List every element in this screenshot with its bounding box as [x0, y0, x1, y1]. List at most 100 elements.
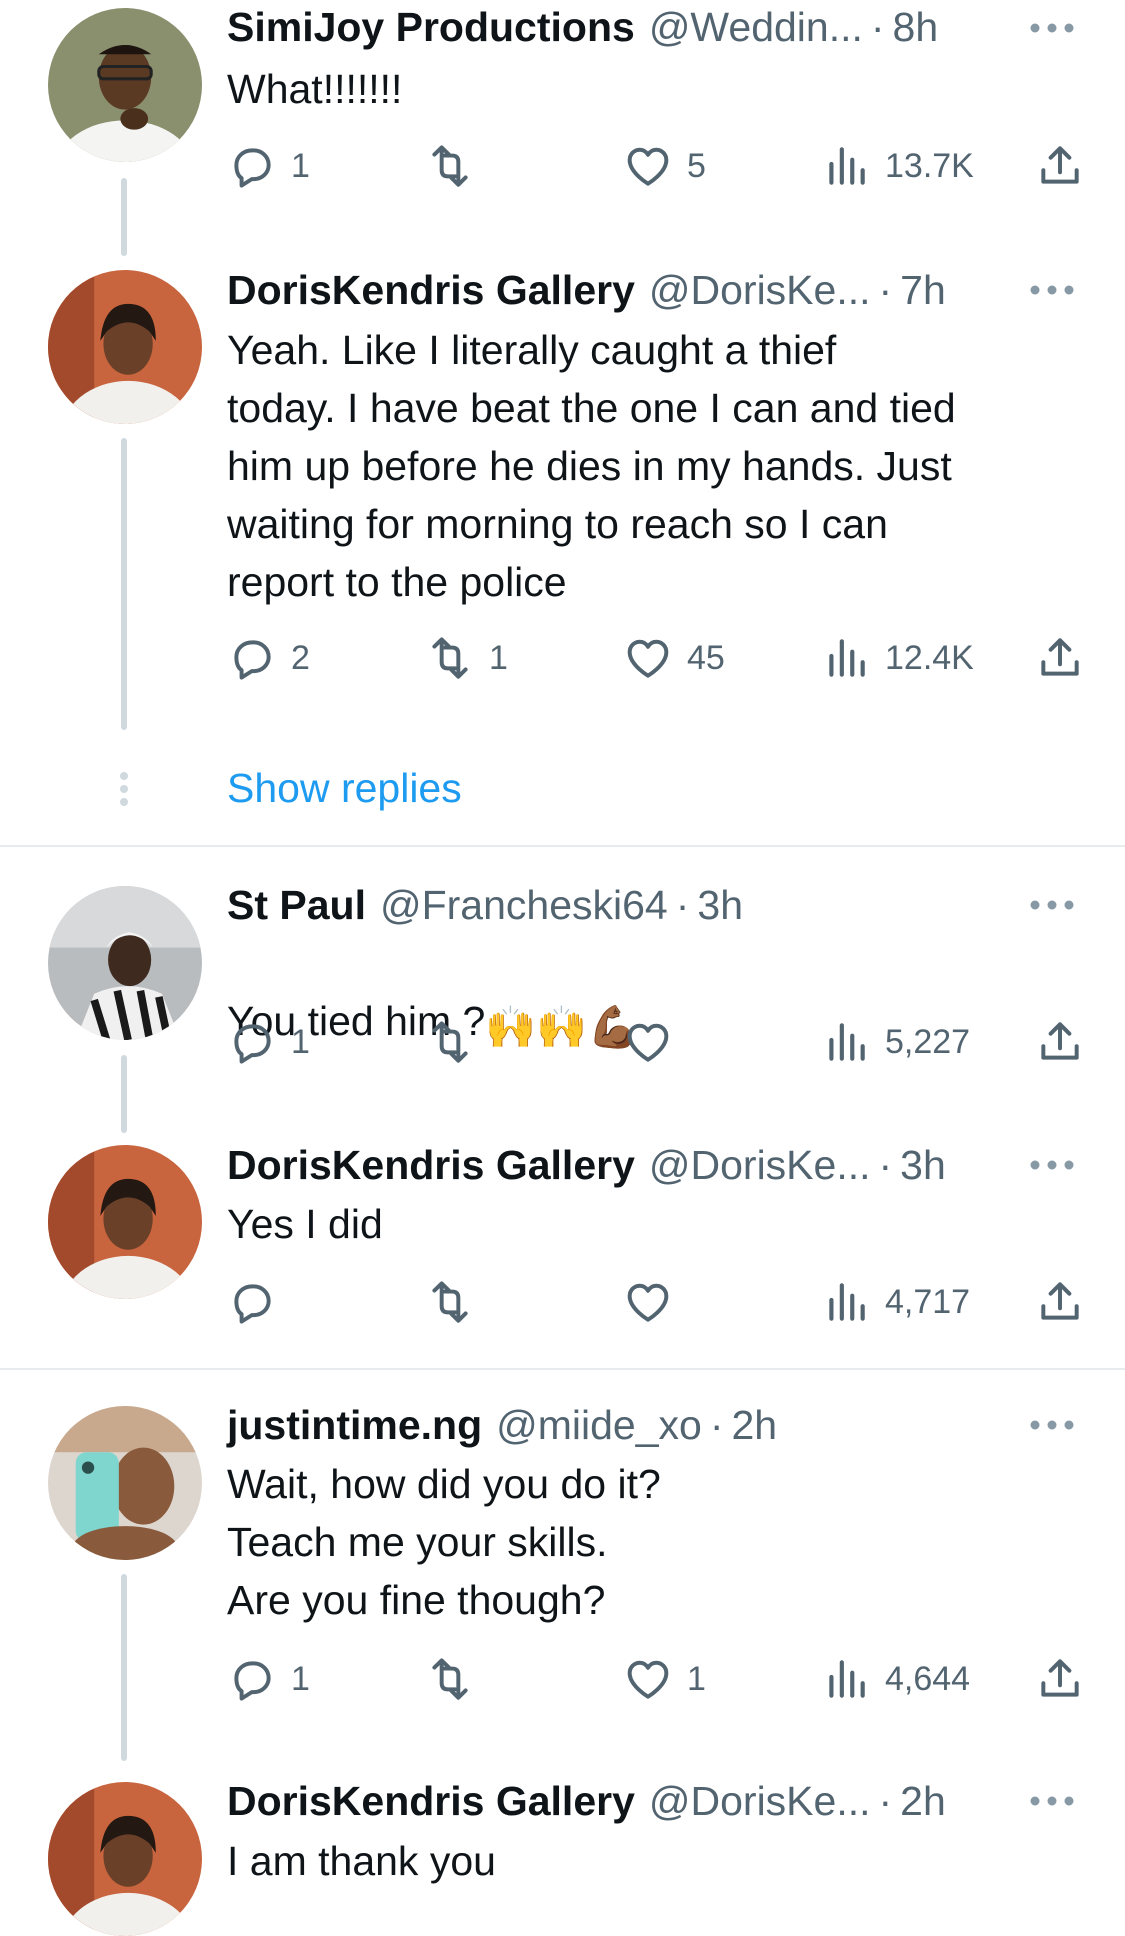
- avatar[interactable]: [48, 8, 202, 162]
- retweet-button[interactable]: 1: [425, 630, 508, 686]
- more-icon[interactable]: [1029, 22, 1075, 34]
- share-icon: [1035, 1654, 1085, 1704]
- retweet-button[interactable]: [425, 1651, 475, 1707]
- reply-button[interactable]: 1: [227, 138, 310, 194]
- share-button[interactable]: [1035, 630, 1085, 686]
- timestamp[interactable]: 3h: [697, 882, 743, 929]
- author-name[interactable]: justintime.ng: [227, 1402, 482, 1449]
- timestamp[interactable]: 7h: [900, 267, 946, 314]
- reply-icon: [227, 141, 277, 191]
- views-button[interactable]: 12.4K: [821, 630, 974, 686]
- author-name[interactable]: DorisKendris Gallery: [227, 1142, 635, 1189]
- avatar[interactable]: [48, 270, 202, 424]
- views-icon: [821, 1277, 871, 1327]
- more-icon[interactable]: [1029, 1419, 1075, 1431]
- like-button[interactable]: 5: [623, 138, 706, 194]
- author-handle[interactable]: @Weddin...: [649, 4, 863, 51]
- author-handle[interactable]: @DorisKe...: [649, 267, 871, 314]
- more-icon[interactable]: [1029, 284, 1075, 296]
- tweet-header: DorisKendris Gallery @DorisKe... · 7h: [227, 265, 1065, 315]
- more-icon[interactable]: [1029, 899, 1075, 911]
- view-count: 4,644: [885, 1659, 971, 1698]
- avatar[interactable]: [48, 886, 202, 1040]
- views-button[interactable]: 13.7K: [821, 138, 974, 194]
- tweet-text: What!!!!!!!: [227, 66, 403, 112]
- reply-button[interactable]: 1: [227, 1651, 310, 1707]
- author-name[interactable]: DorisKendris Gallery: [227, 267, 635, 314]
- reply-count: 1: [291, 1659, 310, 1698]
- avatar[interactable]: [48, 1406, 202, 1560]
- like-button[interactable]: [623, 1014, 673, 1070]
- retweet-icon: [425, 141, 475, 191]
- reply-button[interactable]: 1: [227, 1014, 310, 1070]
- tweet-text: Wait, how did you do it? Teach me your s…: [227, 1461, 661, 1623]
- like-button[interactable]: [623, 1274, 673, 1330]
- divider: [0, 1368, 1125, 1370]
- avatar-photo: [48, 886, 202, 1040]
- avatar-photo: [48, 1782, 202, 1936]
- tweet[interactable]: St Paul @Francheski64 · 3h You tied him …: [0, 870, 1125, 1133]
- author-handle[interactable]: @miide_xo: [496, 1402, 702, 1449]
- retweet-icon: [425, 1277, 475, 1327]
- retweet-button[interactable]: [425, 1274, 475, 1330]
- views-button[interactable]: 4,717: [821, 1274, 970, 1330]
- retweet-button[interactable]: [425, 1014, 475, 1070]
- views-icon: [821, 141, 871, 191]
- tweet[interactable]: DorisKendris Gallery @DorisKe... · 2h I …: [0, 1772, 1125, 1936]
- tweet-header: justintime.ng @miide_xo · 2h: [227, 1400, 1065, 1450]
- avatar[interactable]: [48, 1782, 202, 1936]
- thread-line: [121, 438, 127, 730]
- reply-button[interactable]: 2: [227, 630, 310, 686]
- heart-icon: [623, 633, 673, 683]
- separator: ·: [878, 266, 893, 313]
- timestamp[interactable]: 8h: [893, 4, 939, 51]
- tweet[interactable]: justintime.ng @miide_xo · 2h Wait, how d…: [0, 1392, 1125, 1772]
- timestamp[interactable]: 3h: [900, 1142, 946, 1189]
- tweet-text: Yeah. Like I literally caught a thief to…: [227, 327, 956, 605]
- thread-line: [121, 1574, 127, 1761]
- reply-icon: [227, 1277, 277, 1327]
- show-replies-link[interactable]: Show replies: [227, 765, 462, 812]
- author-name[interactable]: SimiJoy Productions: [227, 4, 635, 51]
- more-icon[interactable]: [1029, 1795, 1075, 1807]
- retweet-icon: [425, 633, 475, 683]
- avatar[interactable]: [48, 1145, 202, 1299]
- author-name[interactable]: St Paul: [227, 882, 366, 929]
- action-bar: 4,717: [227, 1274, 1087, 1330]
- views-icon: [821, 1017, 871, 1067]
- thread-dots-icon: [120, 772, 128, 806]
- avatar-photo: [48, 270, 202, 424]
- tweet-header: DorisKendris Gallery @DorisKe... · 3h: [227, 1140, 1065, 1190]
- tweet[interactable]: DorisKendris Gallery @DorisKe... · 7h Ye…: [0, 260, 1125, 845]
- action-bar: 1 5 13.7K: [227, 138, 1087, 194]
- reply-button[interactable]: [227, 1274, 277, 1330]
- timestamp[interactable]: 2h: [731, 1402, 777, 1449]
- avatar-photo: [48, 1145, 202, 1299]
- author-name[interactable]: DorisKendris Gallery: [227, 1778, 635, 1825]
- tweet[interactable]: SimiJoy Productions @Weddin... · 8h What…: [0, 0, 1125, 260]
- retweet-button[interactable]: [425, 138, 475, 194]
- author-handle[interactable]: @Francheski64: [380, 882, 668, 929]
- share-button[interactable]: [1035, 138, 1085, 194]
- share-button[interactable]: [1035, 1014, 1085, 1070]
- reply-icon: [227, 1654, 277, 1704]
- tweet[interactable]: DorisKendris Gallery @DorisKe... · 3h Ye…: [0, 1133, 1125, 1368]
- reply-count: 1: [291, 146, 310, 185]
- author-handle[interactable]: @DorisKe...: [649, 1778, 871, 1825]
- retweet-icon: [425, 1654, 475, 1704]
- share-icon: [1035, 141, 1085, 191]
- views-button[interactable]: 4,644: [821, 1651, 970, 1707]
- reply-count: 2: [291, 638, 310, 677]
- author-handle[interactable]: @DorisKe...: [649, 1142, 871, 1189]
- share-button[interactable]: [1035, 1651, 1085, 1707]
- share-button[interactable]: [1035, 1274, 1085, 1330]
- separator: ·: [878, 1141, 893, 1188]
- like-button[interactable]: 1: [623, 1651, 706, 1707]
- views-button[interactable]: 5,227: [821, 1014, 970, 1070]
- timestamp[interactable]: 2h: [900, 1778, 946, 1825]
- more-icon[interactable]: [1029, 1159, 1075, 1171]
- tweet-header: SimiJoy Productions @Weddin... · 8h: [227, 2, 1065, 52]
- like-button[interactable]: 45: [623, 630, 725, 686]
- retweet-icon: [425, 1017, 475, 1067]
- views-icon: [821, 1654, 871, 1704]
